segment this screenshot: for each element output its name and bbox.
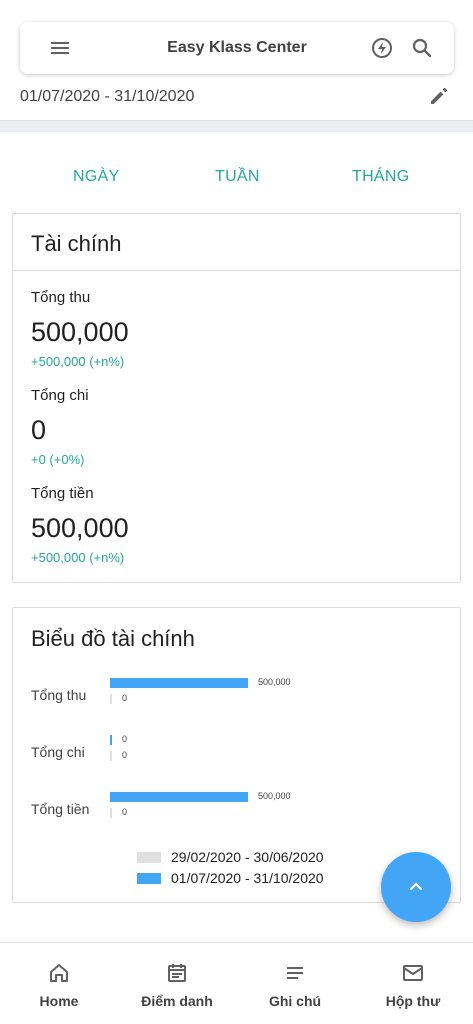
chart-title: Biểu đồ tài chính: [31, 626, 195, 651]
chart-row-label: Tổng chi: [31, 744, 85, 760]
total-income-label: Tổng thu: [31, 289, 91, 306]
date-range-text: 01/07/2020 - 31/10/2020: [20, 88, 195, 105]
search-icon[interactable]: [410, 36, 434, 60]
home-icon: [50, 964, 68, 982]
chart-row-label: Tổng thu: [31, 687, 87, 703]
finance-card: Tài chính Tổng thu 500,000 +500,000 (+n%…: [12, 213, 461, 583]
total-expense-label: Tổng chi: [31, 387, 89, 404]
bar-value-label: 0: [122, 807, 128, 817]
chevron-up-icon: [409, 882, 423, 891]
bar-previous-period: [110, 751, 112, 761]
bottom-navigation: Home Điểm danh Ghi chú Hộp thư: [0, 942, 473, 1024]
bar-value-label: 500,000: [258, 791, 291, 801]
total-income-value: 500,000: [31, 317, 129, 347]
legend-label: 01/07/2020 - 31/10/2020: [171, 870, 324, 886]
legend-item-current: 01/07/2020 - 31/10/2020: [137, 870, 324, 886]
top-app-bar: Easy Klass Center: [20, 22, 454, 74]
total-balance-label: Tổng tiền: [31, 485, 94, 502]
bar-value-label: 0: [122, 734, 128, 744]
notes-icon: [287, 967, 303, 979]
total-income-delta: +500,000 (+n%): [31, 354, 125, 369]
nav-item-home[interactable]: Home: [0, 943, 118, 1024]
nav-item-inbox[interactable]: Hộp thư: [354, 943, 472, 1024]
bar-current-period: [110, 678, 248, 688]
legend-label: 29/02/2020 - 30/06/2020: [171, 849, 324, 865]
finance-card-title: Tài chính: [31, 231, 122, 256]
section-divider: [0, 120, 473, 132]
card-divider: [13, 270, 460, 271]
bar-value-label: 500,000: [258, 677, 291, 687]
total-expense-value: 0: [31, 415, 47, 445]
tab-month[interactable]: THÁNG: [352, 168, 410, 186]
bar-previous-period: [110, 694, 112, 704]
nav-item-attendance[interactable]: Điểm danh: [118, 943, 236, 1024]
legend-swatch: [137, 851, 161, 863]
total-balance-value: 500,000: [31, 513, 129, 543]
bar-current-period: [110, 792, 248, 802]
nav-item-notes[interactable]: Ghi chú: [236, 943, 354, 1024]
nav-label: Ghi chú: [268, 993, 322, 1009]
period-tabs: NGÀY TUẦN THÁNG: [0, 160, 473, 196]
calendar-icon: [168, 964, 186, 982]
chart-row-label: Tổng tiền: [31, 801, 90, 817]
total-expense-delta: +0 (+0%): [31, 452, 85, 467]
total-balance-delta: +500,000 (+n%): [31, 550, 125, 565]
bar-value-label: 0: [122, 750, 128, 760]
pencil-icon[interactable]: [427, 84, 451, 108]
flash-icon[interactable]: [370, 36, 394, 60]
bar-value-label: 0: [122, 693, 128, 703]
legend-swatch: [137, 872, 161, 884]
mail-icon: [403, 965, 423, 981]
nav-label: Điểm danh: [141, 993, 213, 1009]
legend-item-previous: 29/02/2020 - 30/06/2020: [137, 849, 324, 865]
bar-current-period: [110, 735, 112, 745]
scroll-top-button[interactable]: [381, 852, 451, 922]
nav-label: Hộp thư: [385, 993, 441, 1009]
nav-label: Home: [39, 993, 79, 1009]
tab-week[interactable]: TUẦN: [215, 168, 260, 186]
bar-previous-period: [110, 808, 112, 818]
tab-day[interactable]: NGÀY: [73, 168, 120, 186]
